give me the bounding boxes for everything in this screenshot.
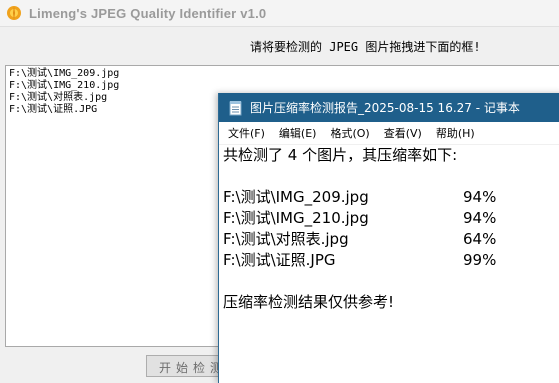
menu-file[interactable]: 文件(F) xyxy=(222,125,271,141)
report-row: F:\测试\对照表.jpg 64% xyxy=(223,229,559,250)
report-row-rate: 94% xyxy=(463,209,497,227)
menu-format[interactable]: 格式(O) xyxy=(324,125,375,141)
list-item[interactable]: F:\测试\证照.JPG xyxy=(9,104,119,116)
report-row-path: F:\测试\证照.JPG xyxy=(223,251,336,269)
report-row: F:\测试\证照.JPG 99% xyxy=(223,250,559,271)
list-item[interactable]: F:\测试\对照表.jpg xyxy=(9,92,119,104)
drop-instruction: 请将要检测的 JPEG 图片拖拽进下面的框! xyxy=(250,40,481,54)
notepad-window: 图片压缩率检测报告_2025-08-15 16.27 - 记事本 文件(F) 编… xyxy=(218,93,559,383)
app-titlebar[interactable]: Limeng's JPEG Quality Identifier v1.0 xyxy=(0,0,559,26)
dropped-file-list: F:\测试\IMG_209.jpg F:\测试\IMG_210.jpg F:\测… xyxy=(9,68,119,116)
report-row-path: F:\测试\IMG_210.jpg xyxy=(223,209,369,227)
notepad-text-area[interactable]: 共检测了 4 个图片，其压缩率如下: F:\测试\IMG_209.jpg 94%… xyxy=(223,145,559,383)
report-row-rate: 64% xyxy=(463,230,497,248)
list-item[interactable]: F:\测试\IMG_210.jpg xyxy=(9,80,119,92)
list-item[interactable]: F:\测试\IMG_209.jpg xyxy=(9,68,119,80)
titlebar-divider xyxy=(0,26,559,27)
notepad-title: 图片压缩率检测报告_2025-08-15 16.27 - 记事本 xyxy=(250,101,520,115)
notepad-menubar: 文件(F) 编辑(E) 格式(O) 查看(V) 帮助(H) xyxy=(219,122,559,144)
report-summary: 共检测了 4 个图片，其压缩率如下: xyxy=(223,146,458,164)
report-footer: 压缩率检测结果仅供参考! xyxy=(223,293,395,311)
menu-help[interactable]: 帮助(H) xyxy=(430,125,481,141)
notepad-titlebar[interactable]: 图片压缩率检测报告_2025-08-15 16.27 - 记事本 xyxy=(219,93,559,122)
report-row: F:\测试\IMG_209.jpg 94% xyxy=(223,187,559,208)
menu-view[interactable]: 查看(V) xyxy=(378,125,428,141)
report-row-path: F:\测试\对照表.jpg xyxy=(223,230,349,248)
app-title: Limeng's JPEG Quality Identifier v1.0 xyxy=(29,5,267,21)
menu-edit[interactable]: 编辑(E) xyxy=(273,125,323,141)
report-row-path: F:\测试\IMG_209.jpg xyxy=(223,188,369,206)
report-row-rate: 94% xyxy=(463,188,497,206)
notepad-icon xyxy=(229,100,243,116)
report-row: F:\测试\IMG_210.jpg 94% xyxy=(223,208,559,229)
report-row-rate: 99% xyxy=(463,251,497,269)
app-logo-icon xyxy=(5,4,23,22)
